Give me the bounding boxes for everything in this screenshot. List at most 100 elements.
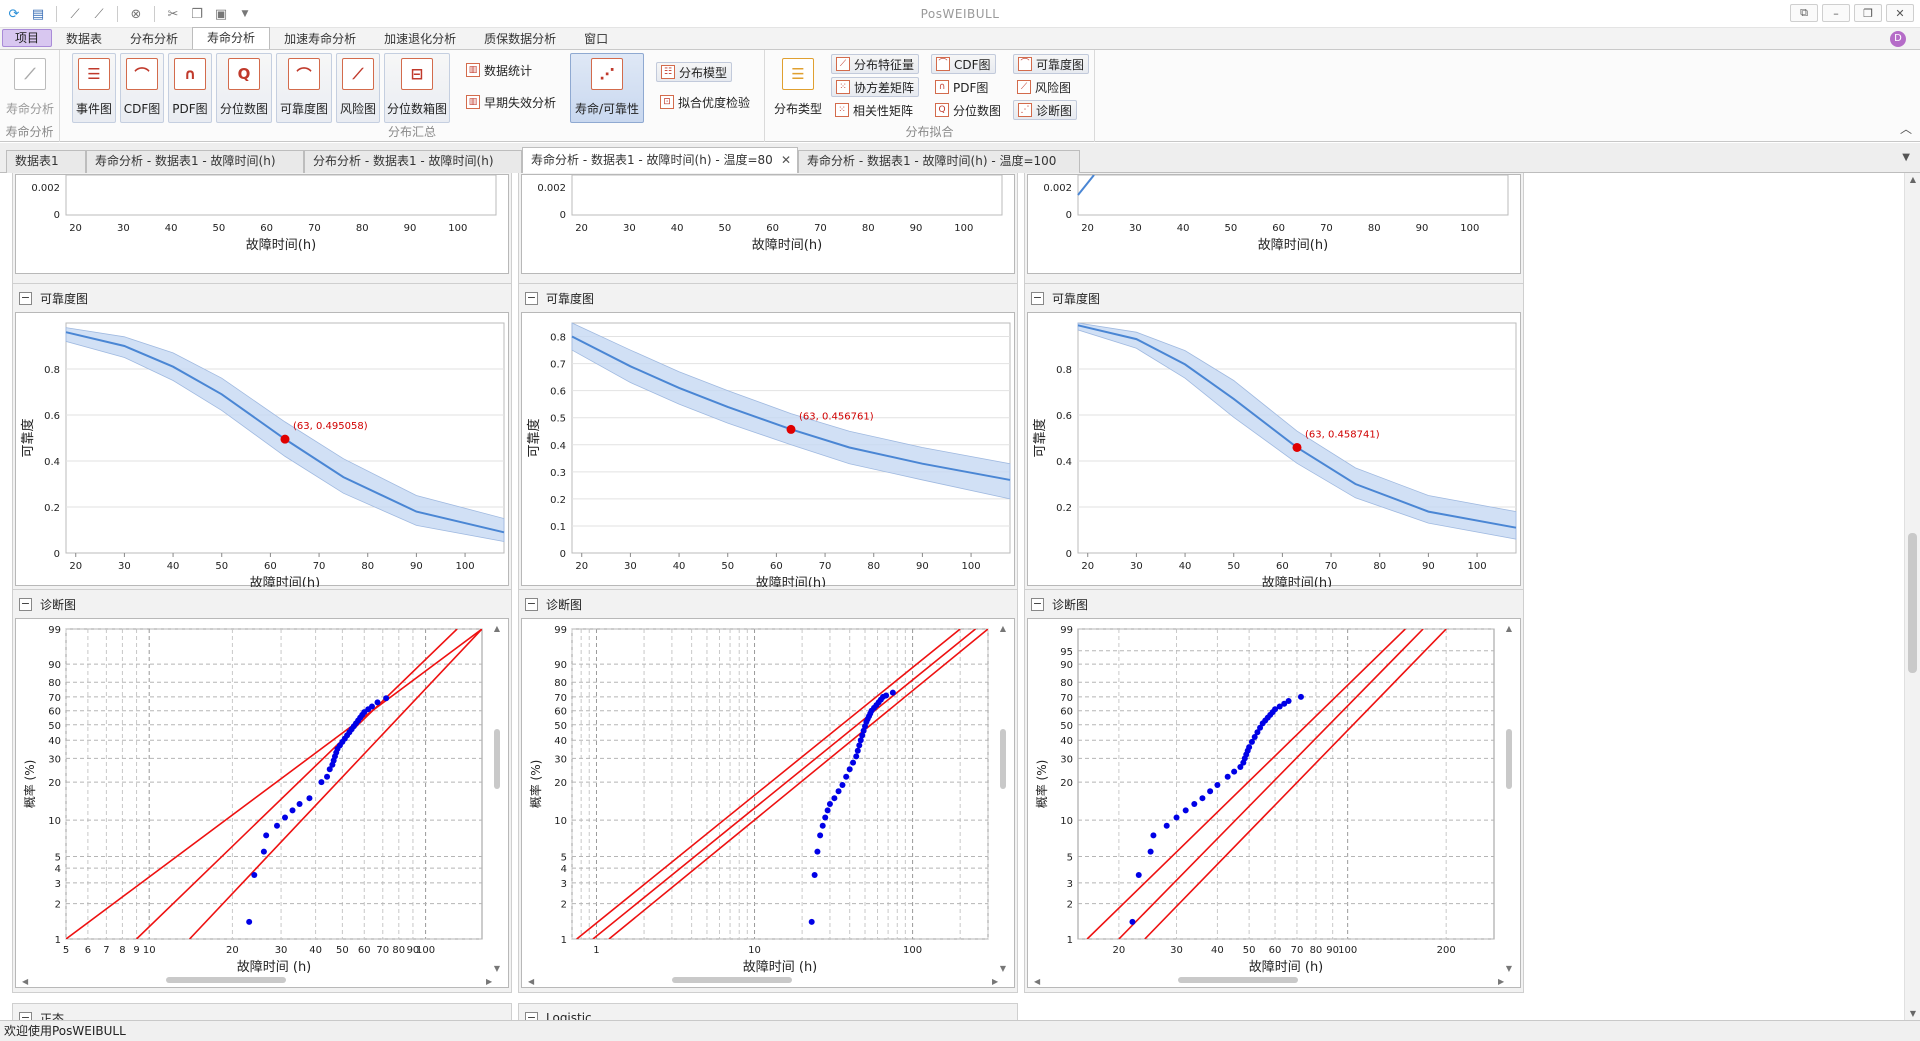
chart-hscroll-thumb bbox=[166, 977, 286, 983]
collapse-icon[interactable]: − bbox=[1031, 597, 1044, 611]
plot-area bbox=[571, 175, 1003, 216]
user-icon[interactable]: D bbox=[1890, 31, 1906, 47]
close-icon[interactable]: ✕ bbox=[781, 148, 791, 172]
close-button[interactable]: ✕ bbox=[1886, 4, 1914, 22]
covariance-button[interactable]: ⁙ 协方差矩阵 bbox=[831, 77, 920, 97]
doc-tab[interactable]: 分布分析 - 数据表1 - 故障时间(h) bbox=[304, 150, 522, 173]
chevron-up-icon[interactable]: ︿ bbox=[1900, 120, 1912, 137]
restore-layout-icon[interactable]: ⧉ bbox=[1790, 4, 1818, 22]
x-tick-label: 60 bbox=[358, 945, 371, 956]
collapse-icon[interactable]: − bbox=[525, 1011, 538, 1020]
y-tick-label: 0.3 bbox=[550, 468, 566, 479]
partial-plot-left: 0.002 0 20 30 40 50 60 70 80 90 100 故障时间(h) bbox=[31, 175, 497, 253]
life-analysis-button[interactable]: ⟋ 寿命分析 bbox=[6, 53, 54, 123]
tab-project[interactable]: 项目 bbox=[2, 29, 53, 47]
tab-datatable[interactable]: 数据表 bbox=[52, 29, 116, 49]
dist-model-button[interactable]: ☷ 分布模型 bbox=[656, 62, 733, 82]
diagnostic-plot: 1 2 3 5 10 20 30 40 50 60 70 80 90 95 99 20 30 40 50 60 70 80… bbox=[1034, 624, 1513, 986]
minimize-button[interactable]: – bbox=[1822, 4, 1850, 22]
quantile-box-button[interactable]: ⊟ 分位数箱图 bbox=[384, 53, 450, 123]
fit-hazard-button[interactable]: ⟋ 风险图 bbox=[1013, 77, 1075, 97]
fit-reliability-button[interactable]: ⌒ 可靠度图 bbox=[1013, 54, 1090, 74]
scroll-up-icon[interactable]: ▲ bbox=[1905, 175, 1920, 184]
maximize-button[interactable]: ❐ bbox=[1854, 4, 1882, 22]
data-stats-button[interactable]: ▥ 数据统计 bbox=[462, 60, 536, 80]
x-tick-label: 90 bbox=[1422, 561, 1435, 572]
doc-tab[interactable]: 寿命分析 - 数据表1 - 故障时间(h) bbox=[86, 150, 304, 173]
data-point bbox=[1246, 744, 1253, 751]
y-tick-label: 2 bbox=[55, 900, 61, 911]
x-tick-label: 90 bbox=[910, 223, 923, 234]
chart-partial-top: 0.002 0 20 30 40 50 60 70 80 90 100 故障时间(h) bbox=[1027, 174, 1521, 274]
tab-window[interactable]: 窗口 bbox=[570, 29, 622, 49]
life-reliability-button[interactable]: ⋰ 寿命/可靠性 bbox=[570, 53, 644, 123]
scroll-thumb[interactable] bbox=[1908, 533, 1917, 673]
y-axis-label: 概率 (%) bbox=[528, 760, 543, 809]
y-tick-label: 10 bbox=[1060, 816, 1073, 827]
tab-accelerated-degradation[interactable]: 加速退化分析 bbox=[370, 29, 470, 49]
chart-scroll-left-icon: ◀ bbox=[528, 977, 535, 986]
fit-diagnostic-button[interactable]: ⋰ 诊断图 bbox=[1013, 100, 1078, 120]
tab-warranty[interactable]: 质保数据分析 bbox=[470, 29, 570, 49]
y-tick-label: 60 bbox=[48, 707, 61, 718]
tab-accelerated-life[interactable]: 加速寿命分析 bbox=[270, 29, 370, 49]
dist-feature-button[interactable]: ⟋ 分布特征量 bbox=[831, 54, 920, 74]
panel-header: − 可靠度图 bbox=[519, 284, 1017, 312]
collapse-icon[interactable]: − bbox=[19, 291, 32, 305]
chart-scroll-down-icon: ▼ bbox=[1506, 964, 1513, 973]
doc-tab-active[interactable]: 寿命分析 - 数据表1 - 故障时间(h) - 温度=80 ✕ bbox=[522, 147, 798, 173]
goodness-of-fit-button[interactable]: ⊡ 拟合优度检验 bbox=[656, 92, 754, 112]
x-tick-label: 6 bbox=[85, 945, 91, 956]
tab-distribution[interactable]: 分布分析 bbox=[116, 29, 192, 49]
analysis-content: 0.002 0 20 30 40 50 60 70 80 90 100 故障时间(h) − 可靠度图 … bbox=[0, 173, 1920, 1020]
vertical-scrollbar[interactable]: ▲ ▼ bbox=[1904, 173, 1920, 1020]
quantile-plot-button[interactable]: Q 分位数图 bbox=[216, 53, 272, 123]
x-tick-label: 80 bbox=[356, 223, 369, 234]
panel-diagnostic: − 诊断图 1 2 3 5 10 20 30 40 50 60 70 80 90 95 99 20 30 40 50… bbox=[1024, 589, 1524, 993]
reliability-small-icon: ⌒ bbox=[1018, 57, 1032, 71]
window-controls: ⧉ – ❐ ✕ bbox=[1790, 4, 1914, 22]
y-tick-label: 5 bbox=[561, 853, 567, 864]
y-tick-label: 0 bbox=[1066, 210, 1072, 221]
data-point bbox=[1163, 822, 1170, 829]
scroll-down-icon[interactable]: ▼ bbox=[1905, 1009, 1920, 1018]
status-bar: 欢迎使用PosWEIBULL bbox=[0, 1020, 1920, 1041]
early-failure-button[interactable]: ▥ 早期失效分析 bbox=[462, 92, 560, 112]
x-tick-label: 20 bbox=[1081, 561, 1094, 572]
covariance-icon: ⁙ bbox=[836, 80, 850, 94]
collapse-icon[interactable]: − bbox=[525, 597, 538, 611]
tab-life-analysis[interactable]: 寿命分析 bbox=[192, 27, 271, 49]
pdf-plot-button[interactable]: ∩ PDF图 bbox=[168, 53, 212, 123]
data-point bbox=[819, 822, 826, 829]
collapse-icon[interactable]: − bbox=[19, 1011, 32, 1020]
reliability-plot-button[interactable]: ⌒ 可靠度图 bbox=[276, 53, 332, 123]
x-tick-label: 100 bbox=[456, 561, 475, 572]
doc-tab[interactable]: 寿命分析 - 数据表1 - 故障时间(h) - 温度=100 bbox=[798, 150, 1080, 173]
fit-pdf-button[interactable]: ∩ PDF图 bbox=[931, 77, 992, 97]
collapse-icon[interactable]: − bbox=[1031, 291, 1044, 305]
correlation-button[interactable]: ⁙ 相关性矩阵 bbox=[831, 100, 917, 120]
x-tick-label: 100 bbox=[1468, 561, 1487, 572]
panel-title: 诊断图 bbox=[40, 597, 77, 612]
hazard-plot-button[interactable]: ⟋ 风险图 bbox=[336, 53, 380, 123]
x-tick-label: 9 bbox=[133, 945, 139, 956]
x-tick-label: 20 bbox=[69, 561, 82, 572]
event-plot-button[interactable]: ☰ 事件图 bbox=[72, 53, 116, 123]
dist-type-button[interactable]: ☰ 分布类型 bbox=[771, 53, 825, 123]
reliability-plot: 0 0.2 0.4 0.6 0.8 20 30 40 50 60 70 80 90 100 (63, 0.4… bbox=[20, 322, 505, 587]
x-tick-label: 10 bbox=[748, 945, 761, 956]
collapse-icon[interactable]: − bbox=[19, 597, 32, 611]
cdf-plot-button[interactable]: ⌒ CDF图 bbox=[120, 53, 164, 123]
y-tick-label: 50 bbox=[554, 721, 567, 732]
data-point bbox=[889, 689, 896, 696]
x-tick-label: 40 bbox=[1179, 561, 1192, 572]
tab-list-dropdown-icon[interactable]: ▼ bbox=[1902, 152, 1910, 163]
fit-cdf-button[interactable]: ⌒ CDF图 bbox=[931, 54, 996, 74]
doc-tab[interactable]: 数据表1 bbox=[6, 150, 86, 173]
chart-reliability: 0 0.2 0.4 0.6 0.8 20 30 40 50 60 70 80 90 100 (63, 0.4… bbox=[15, 312, 509, 587]
chart-hscroll-thumb bbox=[672, 977, 792, 983]
collapse-icon[interactable]: − bbox=[525, 291, 538, 305]
fit-quantile-button[interactable]: Q 分位数图 bbox=[931, 100, 1005, 120]
chart-partial-top: 0.002 0 20 30 40 50 60 70 80 90 100 故障时间(h) bbox=[521, 174, 1015, 274]
data-point bbox=[835, 788, 842, 795]
